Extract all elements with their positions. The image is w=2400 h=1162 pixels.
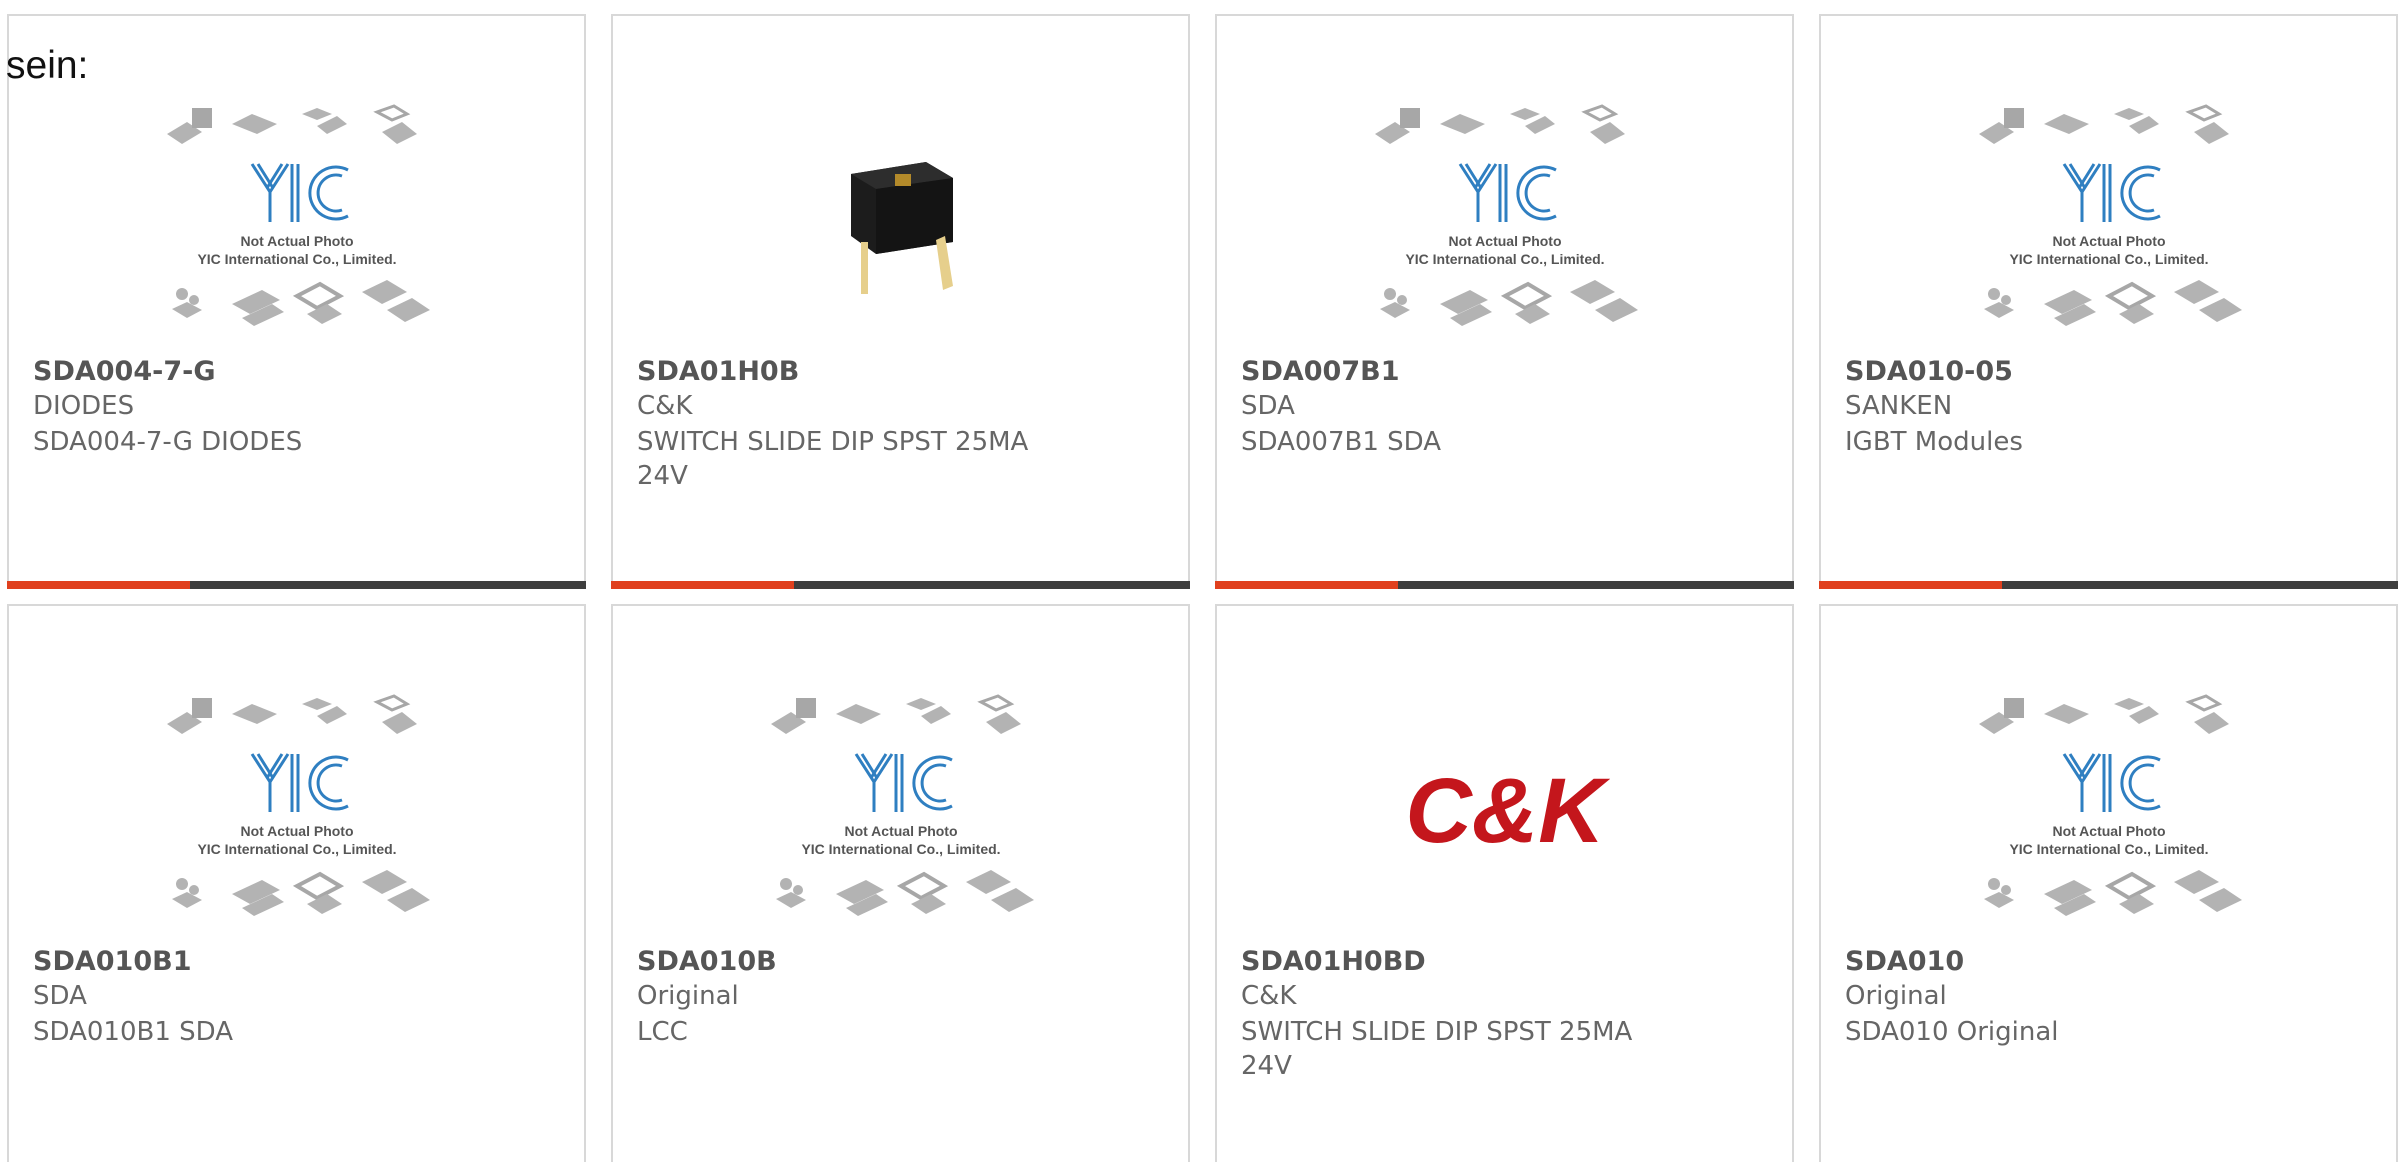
placeholder-line2: YIC International Co., Limited. [2009, 841, 2208, 857]
manufacturer: DIODES [33, 391, 135, 421]
part-number[interactable]: SDA010B1 [33, 946, 191, 977]
description: SWITCH SLIDE DIP SPST 25MA 24V [637, 427, 1029, 491]
product-grid-page: sein: Not Actual Photo YIC International… [0, 0, 2400, 1162]
placeholder-line1: Not Actual Photo [2052, 823, 2165, 839]
part-number[interactable]: SDA01H0BD [1241, 946, 1426, 977]
manufacturer: SANKEN [1845, 391, 1953, 421]
placeholder-line2: YIC International Co., Limited. [1405, 251, 1604, 267]
card-bottom-bar [611, 581, 1190, 589]
product-card[interactable]: Not Actual Photo YIC International Co., … [611, 604, 1190, 1162]
part-number[interactable]: SDA004-7-G [33, 356, 215, 387]
product-card[interactable]: SDA01H0B C&K SWITCH SLIDE DIP SPST 25MA … [611, 14, 1190, 589]
manufacturer: Original [1845, 981, 1947, 1011]
product-card[interactable]: Not Actual Photo YIC International Co., … [7, 14, 586, 589]
ck-logo-icon: C&K [1405, 760, 1610, 862]
part-number[interactable]: SDA010 [1845, 946, 1964, 977]
part-number[interactable]: SDA007B1 [1241, 356, 1399, 387]
product-image[interactable]: Not Actual Photo YIC International Co., … [1821, 684, 2396, 944]
product-card[interactable]: Not Actual Photo YIC International Co., … [1215, 14, 1794, 589]
placeholder-line1: Not Actual Photo [2052, 233, 2165, 249]
description: IGBT Modules [1845, 427, 2023, 457]
ck-logo-text: C&K [1405, 760, 1610, 862]
manufacturer: C&K [637, 391, 693, 421]
part-number[interactable]: SDA010-05 [1845, 356, 2013, 387]
placeholder-photo-icon: Not Actual Photo YIC International Co., … [166, 694, 430, 916]
placeholder-line2: YIC International Co., Limited. [801, 841, 1000, 857]
product-image[interactable]: Not Actual Photo YIC International Co., … [613, 684, 1188, 944]
description: SDA010 Original [1845, 1017, 2059, 1047]
manufacturer: C&K [1241, 981, 1297, 1011]
card-accent-bar [7, 581, 190, 589]
description: SDA004-7-G DIODES [33, 427, 303, 457]
product-image[interactable]: Not Actual Photo YIC International Co., … [1821, 94, 2396, 354]
card-bottom-bar [1215, 581, 1794, 589]
manufacturer: SDA [1241, 391, 1295, 421]
placeholder-line2: YIC International Co., Limited. [197, 841, 396, 857]
part-number[interactable]: SDA01H0B [637, 356, 799, 387]
placeholder-photo-icon: Not Actual Photo YIC International Co., … [1978, 694, 2242, 916]
card-accent-bar [1819, 581, 2002, 589]
description: LCC [637, 1017, 688, 1047]
description: SWITCH SLIDE DIP SPST 25MA 24V [1241, 1017, 1633, 1081]
product-card[interactable]: Not Actual Photo YIC International Co., … [1819, 14, 2398, 589]
card-bottom-bar [7, 581, 586, 589]
product-image[interactable]: Not Actual Photo YIC International Co., … [1217, 94, 1792, 354]
placeholder-photo-icon: Not Actual Photo YIC International Co., … [1978, 104, 2242, 326]
product-card[interactable]: Not Actual Photo YIC International Co., … [7, 604, 586, 1162]
placeholder-photo-icon: Not Actual Photo YIC International Co., … [770, 694, 1034, 916]
description: SDA007B1 SDA [1241, 427, 1441, 457]
placeholder-line1: Not Actual Photo [844, 823, 957, 839]
card-accent-bar [1215, 581, 1398, 589]
description: SDA010B1 SDA [33, 1017, 233, 1047]
placeholder-line1: Not Actual Photo [240, 823, 353, 839]
dip-switch-photo-icon [850, 162, 953, 294]
placeholder-line1: Not Actual Photo [1448, 233, 1561, 249]
heading-fragment: sein: [6, 44, 89, 87]
product-image[interactable] [613, 94, 1188, 354]
placeholder-line1: Not Actual Photo [240, 233, 353, 249]
manufacturer: SDA [33, 981, 87, 1011]
product-image[interactable]: Not Actual Photo YIC International Co., … [9, 94, 584, 354]
product-card[interactable]: Not Actual Photo YIC International Co., … [1819, 604, 2398, 1162]
placeholder-line2: YIC International Co., Limited. [197, 251, 396, 267]
placeholder-photo-icon: Not Actual Photo YIC International Co., … [166, 104, 430, 326]
manufacturer: Original [637, 981, 739, 1011]
product-card[interactable]: C&K SDA01H0BD C&K SWITCH SLIDE DIP SPST … [1215, 604, 1794, 1162]
placeholder-photo-icon: Not Actual Photo YIC International Co., … [1374, 104, 1638, 326]
placeholder-line2: YIC International Co., Limited. [2009, 251, 2208, 267]
card-bottom-bar [1819, 581, 2398, 589]
product-image[interactable]: C&K [1217, 684, 1792, 944]
product-grid: Not Actual Photo YIC International Co., … [0, 0, 2400, 1162]
part-number[interactable]: SDA010B [637, 946, 777, 977]
product-image[interactable]: Not Actual Photo YIC International Co., … [9, 684, 584, 944]
card-accent-bar [611, 581, 794, 589]
